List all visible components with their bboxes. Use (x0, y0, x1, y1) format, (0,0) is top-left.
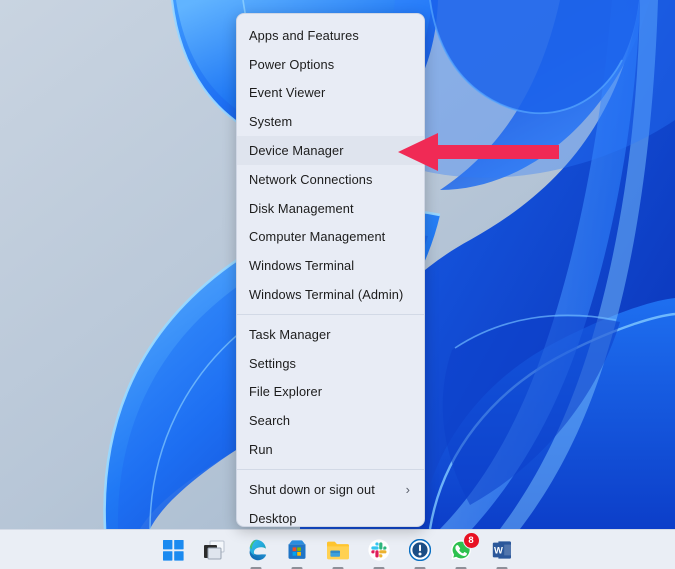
menu-item-label: File Explorer (249, 384, 323, 400)
menu-item-label: Search (249, 413, 291, 429)
menu-item-label: Run (249, 442, 273, 458)
microsoft-store-button[interactable] (282, 535, 312, 569)
start-button[interactable] (159, 535, 189, 565)
menu-item-computer-management[interactable]: Computer Management (237, 223, 424, 252)
taskbar[interactable]: 8 W (0, 529, 675, 569)
edge-button[interactable] (241, 535, 271, 569)
task-view-button[interactable] (200, 535, 230, 565)
menu-item-run[interactable]: Run (237, 435, 424, 464)
menu-item-search[interactable]: Search (237, 406, 424, 435)
1password-icon (408, 539, 431, 561)
menu-item-windows-terminal[interactable]: Windows Terminal (237, 251, 424, 280)
menu-item-power-options[interactable]: Power Options (237, 50, 424, 79)
menu-item-file-explorer[interactable]: File Explorer (237, 378, 424, 407)
desktop-screen: 8 W Apps and Features Power Options Even… (0, 0, 675, 569)
menu-item-label: Shut down or sign out (249, 481, 375, 497)
menu-item-label: Computer Management (249, 229, 386, 245)
microsoft-store-icon (288, 540, 305, 559)
menu-item-label: Apps and Features (249, 27, 359, 43)
menu-separator (237, 468, 424, 470)
windows-start-icon (163, 539, 184, 561)
chevron-right-icon: › (405, 481, 410, 497)
whatsapp-button[interactable]: 8 (446, 532, 480, 569)
menu-item-task-manager[interactable]: Task Manager (237, 320, 424, 349)
svg-text:W: W (493, 544, 502, 555)
menu-item-disk-management[interactable]: Disk Management (237, 194, 424, 223)
menu-separator (237, 313, 424, 315)
menu-item-label: Network Connections (249, 171, 373, 187)
slack-icon (367, 539, 390, 561)
menu-item-label: Disk Management (249, 200, 354, 216)
menu-item-label: Settings (249, 355, 297, 371)
menu-item-apps-and-features[interactable]: Apps and Features (237, 21, 424, 50)
menu-item-label: Windows Terminal (249, 258, 355, 274)
file-explorer-button[interactable] (323, 535, 353, 569)
microsoft-word-icon: W (492, 541, 511, 559)
menu-item-label: System (249, 114, 293, 130)
notification-badge: 8 (462, 532, 480, 549)
menu-item-desktop[interactable]: Desktop (237, 504, 424, 526)
win-x-quick-link-menu[interactable]: Apps and Features Power Options Event Vi… (236, 13, 425, 527)
menu-item-label: Desktop (249, 510, 297, 526)
file-explorer-icon (326, 541, 349, 559)
menu-item-shut-down-or-sign-out[interactable]: Shut down or sign out › (237, 475, 424, 504)
menu-group-session: Shut down or sign out › Desktop (237, 475, 424, 526)
menu-item-label: Task Manager (249, 326, 331, 342)
red-pointer-arrow (398, 133, 559, 171)
menu-item-settings[interactable]: Settings (237, 349, 424, 378)
microsoft-edge-icon (249, 539, 266, 561)
word-button[interactable]: W (487, 535, 517, 569)
menu-item-event-viewer[interactable]: Event Viewer (237, 79, 424, 108)
menu-item-label: Windows Terminal (Admin) (249, 287, 404, 303)
menu-group-tools: Task Manager Settings File Explorer Sear… (237, 320, 424, 464)
menu-item-windows-terminal-admin[interactable]: Windows Terminal (Admin) (237, 280, 424, 309)
onepassword-button[interactable] (405, 535, 435, 569)
menu-item-label: Device Manager (249, 143, 344, 159)
menu-item-label: Event Viewer (249, 85, 326, 101)
slack-button[interactable] (364, 535, 394, 569)
menu-item-label: Power Options (249, 56, 335, 72)
task-view-icon (204, 540, 225, 559)
